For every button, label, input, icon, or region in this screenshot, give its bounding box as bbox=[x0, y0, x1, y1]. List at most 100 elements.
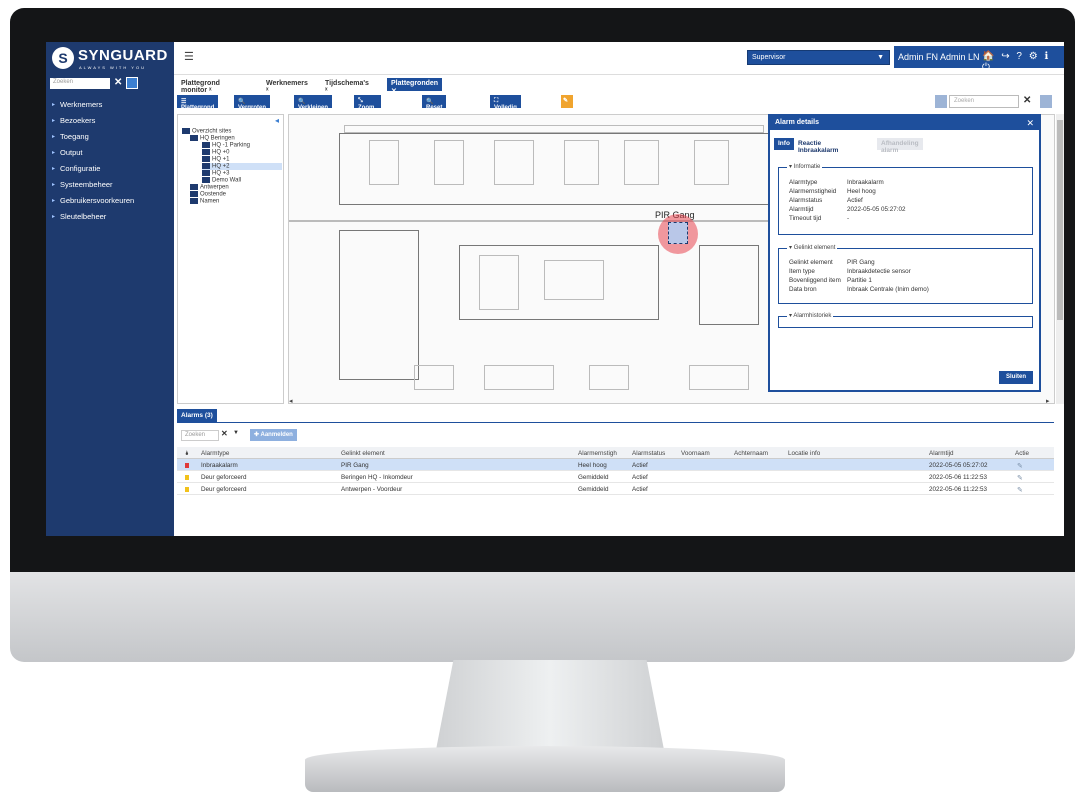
edit-icon[interactable]: ✎ bbox=[1017, 486, 1023, 494]
cell-element: Beringen HQ - Inkomdeur bbox=[341, 474, 413, 481]
tree-node-selected[interactable]: HQ +2 bbox=[202, 163, 282, 170]
tab-plattegrond-monitor[interactable]: Plattegrond monitor ˣ bbox=[177, 78, 224, 94]
scroll-right-icon[interactable]: ▸ bbox=[1046, 397, 1050, 405]
tree-node[interactable]: HQ +3 bbox=[202, 170, 230, 177]
col-header[interactable]: Alarmtype bbox=[201, 450, 229, 457]
pir-sensor-icon[interactable] bbox=[668, 222, 688, 244]
col-header[interactable]: Alarmstatus bbox=[632, 450, 665, 457]
user-name[interactable]: Admin FN Admin LN bbox=[898, 52, 980, 62]
tree-node[interactable]: Overzicht sites bbox=[182, 128, 231, 135]
cell-element: Antwerpen - Voordeur bbox=[341, 486, 403, 493]
cell-time: 2022-05-06 11:22:53 bbox=[929, 474, 988, 481]
reset-zoom-button[interactable]: 🔍 Reset zoom bbox=[422, 95, 447, 117]
folder-icon bbox=[190, 191, 198, 197]
sidebar-item-configuratie[interactable]: Configuratie bbox=[46, 161, 174, 177]
plan-desk bbox=[369, 140, 399, 185]
app-screen: S SYNGUARD ALWAYS WITH YOU ☰ Supervisor … bbox=[46, 42, 1064, 536]
menu-icon[interactable]: ☰ bbox=[184, 50, 194, 63]
role-select-value: Supervisor bbox=[752, 54, 786, 61]
tab-plattegronden[interactable]: Plattegronden ✕ bbox=[387, 78, 443, 95]
tree-node[interactable]: Demo Wall bbox=[202, 177, 241, 184]
table-row[interactable]: Inbraakalarm PIR Gang Heel hoog Actief 2… bbox=[177, 459, 1054, 471]
clear-icon[interactable]: ✕ bbox=[221, 429, 228, 438]
col-header[interactable]: Voornaam bbox=[681, 450, 710, 457]
edit-icon[interactable]: ✎ bbox=[1017, 462, 1023, 470]
alarms-tab[interactable]: Alarms (3) bbox=[177, 409, 217, 422]
alarms-table: 🌢 Alarmtype Gelinkt element Alarmernstig… bbox=[177, 447, 1054, 495]
col-header[interactable]: Gelinkt element bbox=[341, 450, 385, 457]
acknowledge-button[interactable]: ✚ Aanmelden bbox=[250, 429, 297, 441]
folder-icon bbox=[202, 142, 210, 148]
tree-node[interactable]: Antwerpen bbox=[190, 184, 229, 191]
col-header[interactable]: Alarmtijd bbox=[929, 450, 954, 457]
tab-tijdschemas[interactable]: Tijdschema's ˣ bbox=[321, 78, 373, 94]
zoom-page-button[interactable]: ⤡ Zoom pagina bbox=[354, 95, 382, 117]
tree-toggle-icon[interactable] bbox=[126, 77, 138, 89]
scrollbar-thumb[interactable] bbox=[1057, 120, 1063, 320]
tree-node[interactable]: HQ +1 bbox=[202, 156, 230, 163]
floorplan-search-input[interactable]: Zoeken bbox=[949, 95, 1019, 108]
prev-arrow-icon[interactable] bbox=[935, 95, 947, 108]
chevron-down-icon[interactable]: ▼ bbox=[233, 430, 239, 436]
close-dialog-button[interactable]: Sluiten bbox=[998, 371, 1033, 384]
tree-node[interactable]: Namen bbox=[190, 198, 219, 205]
close-icon[interactable]: ✕ bbox=[1026, 118, 1034, 129]
info-row: Alarmstatus Actief bbox=[789, 197, 863, 204]
sidebar-item-bezoekers[interactable]: Bezoekers bbox=[46, 113, 174, 129]
synguard-logo[interactable]: S SYNGUARD ALWAYS WITH YOU bbox=[46, 42, 174, 75]
tab-info[interactable]: Info bbox=[774, 138, 794, 150]
scroll-left-icon[interactable]: ◂ bbox=[289, 397, 293, 405]
site-tree-panel: ◂ Overzicht sites HQ Beringen HQ -1 Park… bbox=[177, 114, 284, 404]
sidebar-item-gebruikersvoorkeuren[interactable]: Gebruikersvoorkeuren bbox=[46, 193, 174, 209]
zoom-in-button[interactable]: 🔍 Vergroten bbox=[234, 95, 271, 111]
tab-reactie-inbraakalarm[interactable]: Reactie Inbraakalarm bbox=[794, 138, 842, 154]
tree-node[interactable]: HQ Beringen bbox=[190, 135, 235, 142]
chevron-down-icon: ▼ bbox=[877, 54, 884, 61]
tab-afhandeling-alarm[interactable]: Afhandeling alarm bbox=[877, 138, 923, 154]
tree-node[interactable]: HQ -1 Parking bbox=[202, 142, 250, 149]
sidebar-search-input[interactable]: Zoeken bbox=[50, 78, 110, 89]
pencil-icon[interactable]: ✎ bbox=[561, 95, 573, 108]
next-arrow-icon[interactable] bbox=[1040, 95, 1052, 108]
cell-status: Actief bbox=[632, 474, 648, 481]
fullscreen-button[interactable]: ⛶ Volledig scherm bbox=[490, 95, 521, 117]
col-header[interactable]: Actie bbox=[1015, 450, 1029, 457]
col-header[interactable]: Achternaam bbox=[734, 450, 768, 457]
role-select[interactable]: Supervisor ▼ bbox=[747, 50, 890, 65]
sidebar-item-werknemers[interactable]: Werknemers bbox=[46, 97, 174, 113]
history-legend[interactable]: ▾ Alarmhistoriek bbox=[787, 312, 834, 319]
top-bar: S SYNGUARD ALWAYS WITH YOU ☰ Supervisor … bbox=[46, 42, 1064, 75]
sidebar-item-toegang[interactable]: Toegang bbox=[46, 129, 174, 145]
floorplan-scrollbar[interactable] bbox=[1056, 114, 1064, 404]
edit-icon[interactable]: ✎ bbox=[1017, 474, 1023, 482]
plan-wc bbox=[544, 260, 604, 300]
table-row[interactable]: Deur geforceerd Antwerpen - Voordeur Gem… bbox=[177, 483, 1054, 495]
clear-icon[interactable]: ✕ bbox=[114, 77, 122, 88]
zoom-out-button[interactable]: 🔍 Verkleinen bbox=[294, 95, 333, 111]
info-row: Alarmtype Inbraakalarm bbox=[789, 179, 884, 186]
monitor-chin bbox=[10, 572, 1075, 662]
table-row[interactable]: Deur geforceerd Beringen HQ - Inkomdeur … bbox=[177, 471, 1054, 483]
col-header[interactable]: Locatie info bbox=[788, 450, 820, 457]
clear-search-icon[interactable]: ✕ bbox=[1023, 95, 1031, 106]
sidebar-item-output[interactable]: Output bbox=[46, 145, 174, 161]
sidebar-item-sleutelbeheer[interactable]: Sleutelbeheer bbox=[46, 209, 174, 225]
alarms-search-input[interactable]: Zoeken bbox=[181, 430, 219, 441]
dialog-title: Alarm details bbox=[770, 116, 1039, 130]
folder-icon bbox=[202, 177, 210, 183]
severity-indicator bbox=[185, 475, 189, 480]
cell-element: PIR Gang bbox=[341, 462, 369, 469]
col-header[interactable]: Alarmernstigh bbox=[578, 450, 617, 457]
info-legend[interactable]: ▾ Informatie bbox=[787, 163, 823, 170]
plattegrond-button[interactable]: ☰ Plattegrond bbox=[177, 95, 219, 111]
alarm-details-dialog: Alarm details ✕ Info Reactie Inbraakalar… bbox=[768, 114, 1041, 392]
linked-legend[interactable]: ▾ Gelinkt element bbox=[787, 244, 838, 251]
cell-time: 2022-05-06 11:22:53 bbox=[929, 486, 988, 493]
tree-node[interactable]: HQ +0 bbox=[202, 149, 230, 156]
tab-werknemers[interactable]: Werknemers ˣ bbox=[262, 78, 312, 94]
collapse-icon[interactable]: ◂ bbox=[275, 116, 279, 125]
tree-node[interactable]: Oostende bbox=[190, 191, 226, 198]
user-action-icons[interactable]: 🏠 ↪ ? ⚙ ℹ ⏻ bbox=[982, 51, 1064, 73]
logo-name: SYNGUARD bbox=[78, 47, 168, 64]
sidebar-item-systeembeheer[interactable]: Systeembeheer bbox=[46, 177, 174, 193]
